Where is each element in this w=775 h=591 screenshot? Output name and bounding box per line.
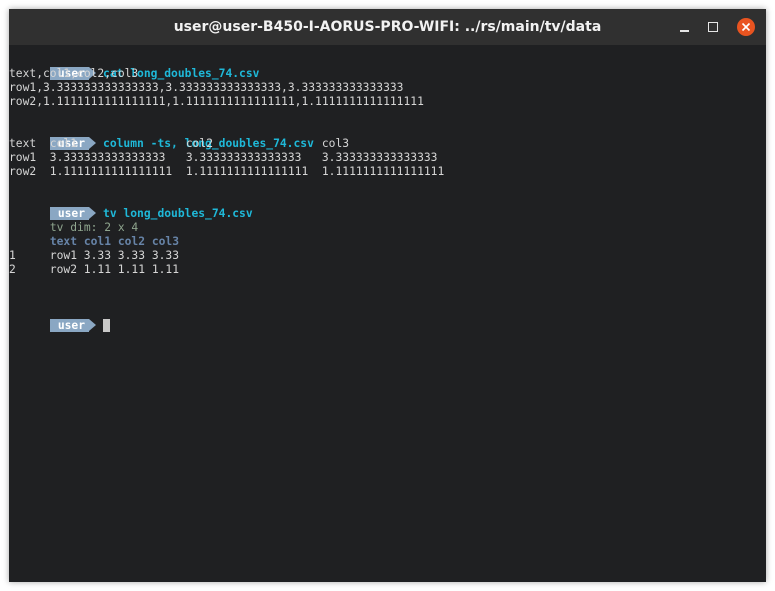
- tv-header-text: text col1 col2 col3: [49, 235, 180, 248]
- output-line: text,col1,col2,col3: [9, 67, 139, 80]
- output-line: row2,1.1111111111111111,1.11111111111111…: [9, 95, 424, 108]
- minimize-button[interactable]: [675, 17, 695, 37]
- tv-row-text: row2 1.11 1.11 1.11: [49, 263, 180, 276]
- text-cursor: [103, 319, 111, 332]
- output-line: row2 1.1111111111111111 1.11111111111111…: [9, 165, 445, 178]
- window-title: user@user-B450-I-AORUS-PRO-WIFI: ../rs/m…: [173, 19, 602, 35]
- maximize-button[interactable]: [703, 17, 723, 37]
- tv-row: 1 row1 3.33 3.33 3.33: [9, 249, 766, 263]
- output-line: text col1 col2 col3: [9, 137, 350, 150]
- close-button[interactable]: [737, 18, 755, 36]
- command-line: user cat long_doubles_74.csv: [9, 53, 766, 80]
- title-bar[interactable]: user@user-B450-I-AORUS-PRO-WIFI: ../rs/m…: [9, 9, 766, 45]
- tv-row: 2 row2 1.11 1.11 1.11: [9, 263, 766, 277]
- tv-dim-text: tv dim: 2 x 4: [49, 221, 139, 234]
- close-icon: [741, 22, 751, 32]
- prompt-badge: user: [49, 207, 97, 220]
- command-text: tv long_doubles_74.csv: [103, 207, 253, 220]
- tv-row-text: row1 3.33 3.33 3.33: [49, 249, 180, 262]
- terminal-window: user@user-B450-I-AORUS-PRO-WIFI: ../rs/m…: [9, 9, 766, 582]
- prompt-badge: user: [49, 319, 97, 332]
- tv-header-line: text col1 col2 col3: [9, 235, 766, 249]
- terminal-output[interactable]: user cat long_doubles_74.csv text,col1,co…: [9, 53, 766, 332]
- tv-row-index: 1: [9, 249, 16, 262]
- output-line: row1 3.333333333333333 3.333333333333333…: [9, 151, 438, 164]
- current-prompt-line[interactable]: user: [9, 305, 766, 332]
- minimize-icon: [680, 30, 689, 32]
- tv-dim-line: tv dim: 2 x 4: [9, 221, 766, 235]
- tv-row-index: 2: [9, 263, 16, 276]
- command-line: user tv long_doubles_74.csv: [9, 193, 766, 220]
- command-line: user column -ts, long_doubles_74.csv: [9, 123, 766, 150]
- maximize-icon: [708, 22, 718, 32]
- output-line: row1,3.333333333333333,3.333333333333333…: [9, 81, 404, 94]
